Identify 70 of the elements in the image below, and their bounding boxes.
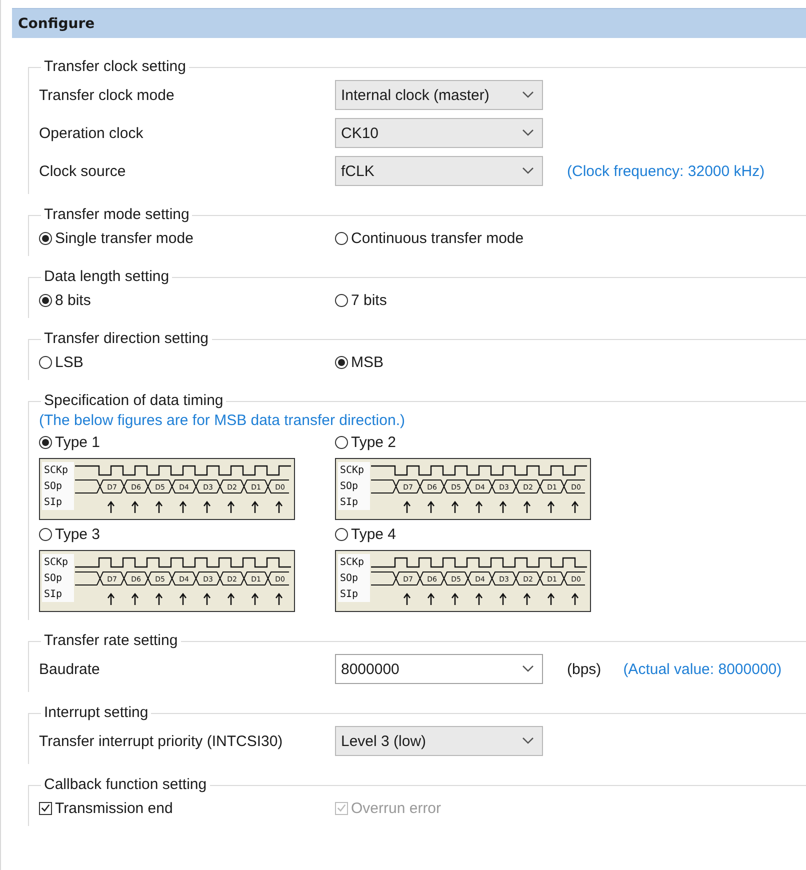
radio-button[interactable] xyxy=(335,356,348,368)
radio-label: 7 bits xyxy=(351,292,387,308)
radio-button[interactable] xyxy=(39,436,52,448)
signal-label: SOp xyxy=(340,481,358,492)
radio-label: Type 1 xyxy=(55,434,100,450)
header-title: Configure xyxy=(18,16,95,32)
group-title: Transfer rate setting xyxy=(43,632,179,650)
radio-label: Type 4 xyxy=(351,526,396,542)
radio-option[interactable]: Type 2 xyxy=(335,432,396,452)
radio-button[interactable] xyxy=(39,356,52,368)
group-title: Interrupt setting xyxy=(43,704,150,722)
radio-button[interactable] xyxy=(335,436,348,448)
signal-label: SIp xyxy=(44,497,62,508)
checkmark-icon xyxy=(336,802,347,814)
chevron-down-icon xyxy=(522,91,534,99)
signal-label: SCKp xyxy=(340,557,364,568)
radio-option[interactable]: MSB xyxy=(335,354,384,370)
radio-option[interactable]: Type 4 xyxy=(335,524,396,544)
signal-label: SIp xyxy=(340,589,358,600)
radio-label: 8 bits xyxy=(55,292,91,308)
signal-label: SCKp xyxy=(44,465,68,476)
field-label: Baudrate xyxy=(39,660,101,678)
group-title: Data length setting xyxy=(43,268,170,286)
dropdown[interactable]: Internal clock (master) xyxy=(335,80,543,110)
group-title: Transfer clock setting xyxy=(43,58,187,76)
signal-label: SOp xyxy=(340,573,358,584)
radio-button[interactable] xyxy=(335,294,348,306)
checkbox-label: Overrun error xyxy=(351,800,442,816)
field-label: Operation clock xyxy=(39,124,144,142)
group-title: Callback function setting xyxy=(43,776,208,794)
checkbox[interactable] xyxy=(39,802,52,814)
info-note: (Actual value: 8000000) xyxy=(623,660,782,678)
dropdown[interactable]: Level 3 (low) xyxy=(335,726,543,756)
signal-label: SCKp xyxy=(340,465,364,476)
info-note: (The below figures are for MSB data transfer direction.) xyxy=(39,411,406,431)
radio-label: MSB xyxy=(351,354,384,370)
signal-label: SOp xyxy=(44,573,62,584)
info-note: (Clock frequency: 32000 kHz) xyxy=(567,162,765,180)
unit-label: (bps) xyxy=(567,660,602,678)
field-label: Clock source xyxy=(39,162,127,180)
field-label: Transfer clock mode xyxy=(39,86,176,104)
radio-option[interactable]: 7 bits xyxy=(335,292,387,308)
radio-option[interactable]: LSB xyxy=(39,354,84,370)
chevron-down-icon xyxy=(522,665,534,673)
signal-label: SIp xyxy=(340,497,358,508)
radio-button[interactable] xyxy=(39,528,52,540)
radio-label: Type 2 xyxy=(351,434,396,450)
radio-button[interactable] xyxy=(39,294,52,306)
radio-label: LSB xyxy=(55,354,84,370)
radio-button[interactable] xyxy=(335,232,348,244)
radio-button[interactable] xyxy=(335,528,348,540)
radio-button[interactable] xyxy=(39,232,52,244)
group-title: Transfer mode setting xyxy=(43,206,190,224)
radio-label: Type 3 xyxy=(55,526,100,542)
group-title: Specification of data timing xyxy=(43,392,224,410)
signal-label: SIp xyxy=(44,589,62,600)
dropdown[interactable]: fCLK xyxy=(335,156,543,186)
dropdown[interactable]: CK10 xyxy=(335,118,543,148)
chevron-down-icon xyxy=(522,129,534,137)
chevron-down-icon xyxy=(522,167,534,175)
radio-option[interactable]: 8 bits xyxy=(39,292,91,308)
chevron-down-icon xyxy=(522,737,534,745)
field-label: Transfer interrupt priority (INTCSI30) xyxy=(39,732,284,750)
checkmark-icon xyxy=(40,802,51,814)
group-title: Transfer direction setting xyxy=(43,330,210,348)
signal-label: SCKp xyxy=(44,557,68,568)
dropdown[interactable]: 8000000 xyxy=(335,654,543,684)
signal-label: SOp xyxy=(44,481,62,492)
radio-option[interactable]: Type 3 xyxy=(39,524,100,544)
radio-option[interactable]: Type 1 xyxy=(39,432,100,452)
